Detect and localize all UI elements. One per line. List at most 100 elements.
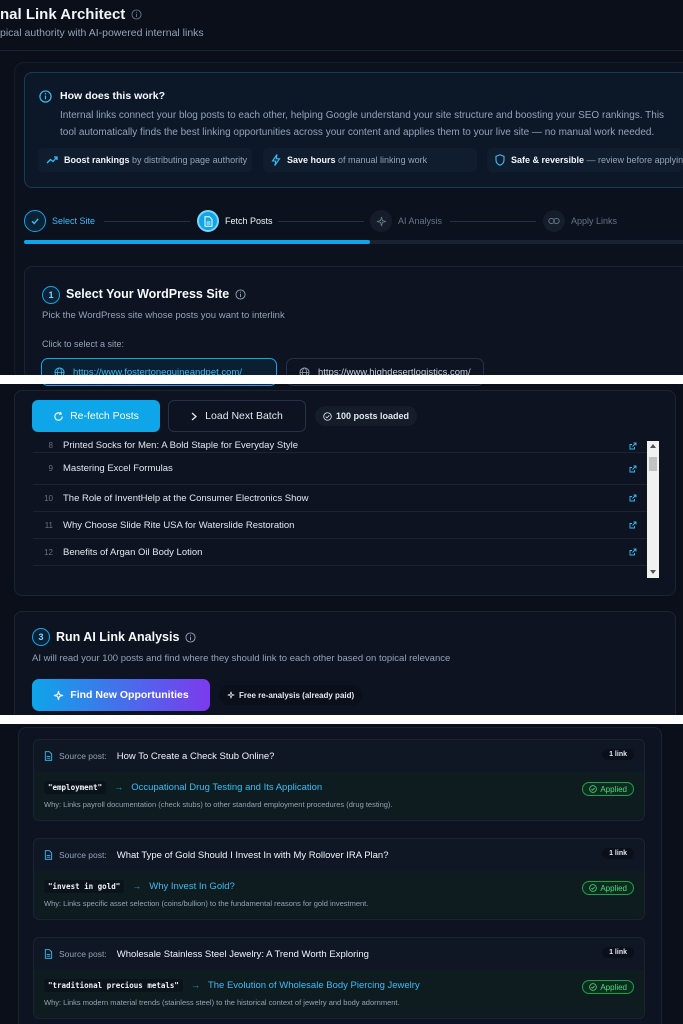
info-icon[interactable] [235, 288, 246, 300]
sparkle-icon [376, 216, 386, 226]
target-post-link[interactable]: Why Invest In Gold? [149, 881, 235, 892]
link-count-badge: 1 link [602, 848, 634, 859]
document-icon [44, 751, 53, 761]
source-post-title: Wholesale Stainless Steel Jewelry: A Tre… [116, 948, 369, 960]
external-link-icon[interactable] [629, 465, 637, 473]
result-card: Source post: How To Create a Check Stub … [33, 739, 645, 821]
arrow-right-icon: → [132, 881, 142, 891]
info-icon[interactable] [131, 9, 142, 20]
external-link-icon[interactable] [629, 521, 637, 529]
source-post-title: How To Create a Check Stub Online? [116, 750, 275, 762]
posts-list-scrollbar[interactable] [647, 441, 659, 578]
trending-up-icon [46, 156, 58, 164]
posts-list[interactable]: 8 Printed Socks for Men: A Bold Staple f… [33, 441, 647, 578]
link-reason: Why: Links payroll documentation (check … [44, 800, 393, 809]
scroll-down-arrow-icon[interactable] [650, 570, 656, 574]
document-icon [204, 215, 212, 227]
step-fetch-posts[interactable] [197, 210, 219, 232]
step-connector [450, 221, 536, 222]
document-icon [44, 949, 53, 959]
applied-badge: Applied [582, 881, 634, 895]
shield-icon [495, 154, 505, 166]
select-site-description: Pick the WordPress site whose posts you … [42, 310, 285, 321]
step-label-apply-links: Apply Links [571, 216, 618, 226]
app-subtitle: pical authority with AI-powered internal… [0, 27, 204, 39]
screenshot-separator [0, 715, 683, 724]
external-link-icon[interactable] [629, 494, 637, 502]
result-header: Source post: How To Create a Check Stub … [34, 740, 644, 772]
step-select-site[interactable] [24, 210, 46, 232]
applied-badge: Applied [582, 980, 634, 994]
result-header: Source post: What Type of Gold Should I … [34, 839, 644, 871]
step-ai-analysis[interactable] [370, 210, 392, 232]
check-circle-icon [323, 411, 332, 421]
info-icon[interactable] [185, 631, 196, 643]
step-label-ai-analysis: AI Analysis [398, 216, 443, 226]
source-post-title: What Type of Gold Should I Invest In wit… [116, 849, 389, 861]
screenshot-separator [0, 375, 683, 384]
chevron-right-icon [191, 412, 198, 420]
link-reason: Why: Links modern material trends (stain… [44, 998, 400, 1007]
list-item[interactable]: 8 Printed Socks for Men: A Bold Staple f… [33, 441, 647, 453]
result-link: "traditional precious metals" → The Evol… [34, 970, 644, 1017]
link-icon [548, 218, 560, 224]
arrow-right-icon: → [190, 980, 200, 990]
list-item[interactable]: 10 The Role of InventHelp at the Consume… [33, 485, 647, 512]
how-title: How does this work? [60, 90, 166, 102]
feature-boost-rankings: Boost rankings by distributing page auth… [38, 148, 252, 172]
scroll-up-arrow-icon[interactable] [650, 444, 656, 448]
scrollbar-thumb[interactable] [649, 457, 657, 471]
check-circle-icon [589, 884, 598, 892]
step-connector [104, 221, 190, 222]
list-item[interactable]: 9 Mastering Excel Formulas [33, 453, 647, 485]
feature-safe-reversible: Safe & reversible — review before applyi… [487, 148, 683, 172]
ai-analysis-title: Run AI Link Analysis [56, 630, 196, 644]
refresh-icon [54, 411, 63, 421]
ai-analysis-description: AI will read your 100 posts and find whe… [32, 653, 451, 664]
anchor-text: "traditional precious metals" [44, 978, 183, 992]
anchor-text: "invest in gold" [44, 879, 125, 893]
list-item[interactable]: 11 Why Choose Slide Rite USA for Watersl… [33, 512, 647, 539]
external-link-icon[interactable] [629, 548, 637, 556]
target-post-link[interactable]: The Evolution of Wholesale Body Piercing… [208, 980, 420, 991]
progress-fill [24, 240, 370, 244]
find-opportunities-button[interactable]: Find New Opportunities [32, 679, 210, 711]
step-number-badge: 1 [42, 286, 60, 304]
check-icon [31, 218, 39, 225]
app-title: nal Link Architect [0, 6, 142, 23]
anchor-text: "employment" [44, 780, 107, 794]
check-circle-icon [589, 785, 598, 793]
posts-loaded-badge: 100 posts loaded [315, 406, 418, 426]
sparkle-icon [227, 691, 235, 699]
arrow-right-icon: → [114, 782, 124, 792]
list-item[interactable]: 12 Benefits of Argan Oil Body Lotion [33, 539, 647, 566]
sparkle-icon [54, 690, 64, 700]
check-circle-icon [589, 983, 598, 991]
refetch-posts-button[interactable]: Re-fetch Posts [32, 400, 160, 432]
how-description: Internal links connect your blog posts t… [60, 110, 665, 138]
applied-badge: Applied [582, 782, 634, 796]
select-site-title: Select Your WordPress Site [66, 287, 246, 301]
step-label-select-site: Select Site [52, 216, 96, 226]
lightning-icon [271, 154, 281, 166]
target-post-link[interactable]: Occupational Drug Testing and Its Applic… [131, 782, 322, 793]
header-divider [0, 50, 683, 51]
result-card: Source post: What Type of Gold Should I … [33, 838, 645, 920]
result-link: "employment" → Occupational Drug Testing… [34, 772, 644, 819]
step-label-fetch-posts: Fetch Posts [225, 216, 273, 226]
result-header: Source post: Wholesale Stainless Steel J… [34, 938, 644, 970]
load-next-batch-button[interactable]: Load Next Batch [168, 400, 306, 432]
result-card: Source post: Wholesale Stainless Steel J… [33, 937, 645, 1019]
document-icon [44, 850, 53, 860]
step-apply-links[interactable] [543, 210, 565, 232]
external-link-icon[interactable] [629, 442, 637, 450]
step-number-badge: 3 [32, 628, 50, 646]
step-connector [278, 221, 364, 222]
link-count-badge: 1 link [602, 947, 634, 958]
feature-save-hours: Save hours of manual linking work [263, 148, 477, 172]
result-link: "invest in gold" → Why Invest In Gold? W… [34, 871, 644, 918]
link-reason: Why: Links specific asset selection (coi… [44, 899, 369, 908]
click-to-select-label: Click to select a site: [42, 339, 125, 349]
free-reanalysis-badge: Free re-analysis (already paid) [219, 685, 363, 705]
info-circle-icon [39, 90, 52, 103]
